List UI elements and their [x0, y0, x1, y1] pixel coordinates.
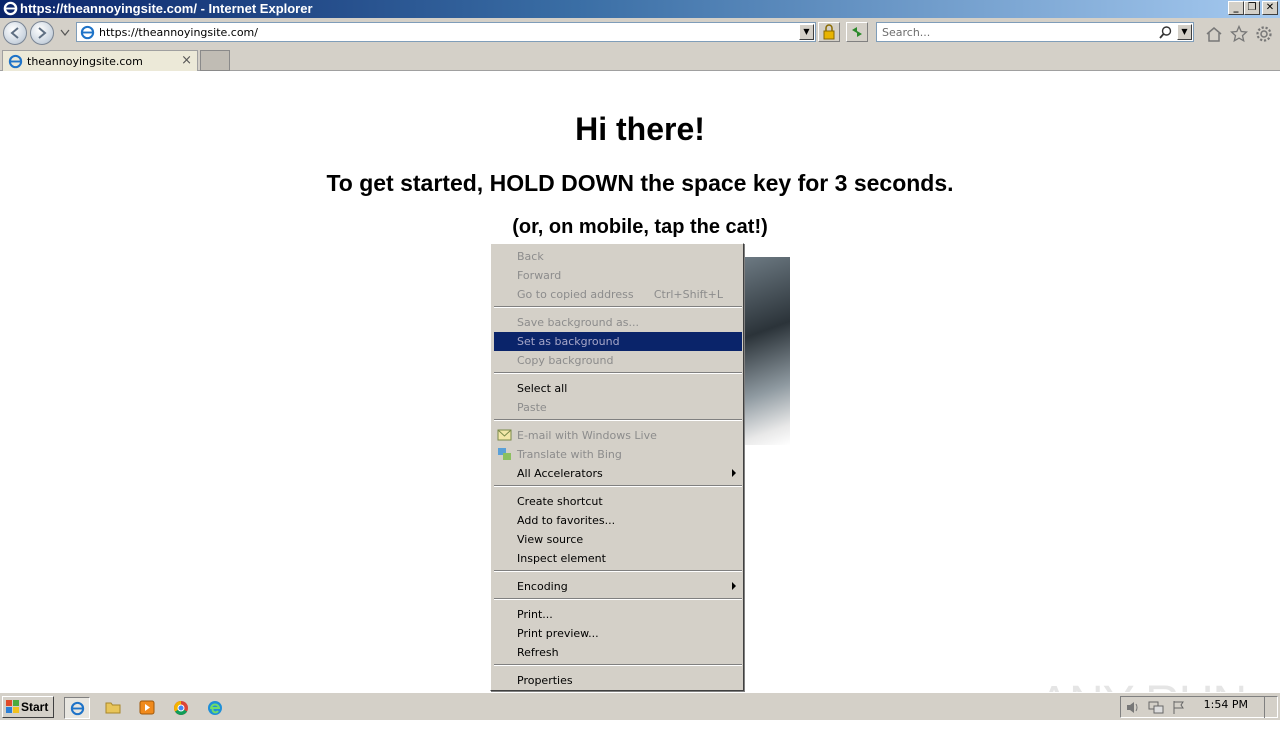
folder-icon	[105, 702, 121, 714]
window-title: https://theannoyingsite.com/ - Internet …	[20, 1, 313, 16]
menu-item-create-shortcut[interactable]: Create shortcut	[494, 492, 742, 511]
menu-separator	[494, 598, 742, 600]
menu-item-email-windows-live[interactable]: E-mail with Windows Live	[494, 426, 742, 445]
taskbar-chrome[interactable]	[168, 697, 194, 719]
menu-item-print-preview[interactable]: Print preview...	[494, 624, 742, 643]
taskbar-file-explorer[interactable]	[100, 697, 126, 719]
menu-item-go-to-copied-address[interactable]: Go to copied address Ctrl+Shift+L	[494, 285, 742, 304]
page-heading: Hi there!	[575, 111, 705, 147]
menu-item-select-all[interactable]: Select all	[494, 379, 742, 398]
submenu-arrow-icon	[732, 582, 736, 590]
edge-icon	[208, 701, 222, 715]
menu-separator	[494, 664, 742, 666]
context-menu: Back Forward Go to copied address Ctrl+Sh…	[490, 243, 744, 691]
back-arrow-icon	[10, 27, 19, 39]
settings-gear-icon[interactable]	[1255, 25, 1273, 43]
chrome-icon	[174, 701, 188, 715]
internet-explorer-icon	[70, 701, 85, 716]
menu-item-all-accelerators[interactable]: All Accelerators	[494, 464, 742, 483]
menu-item-inspect-element[interactable]: Inspect element	[494, 549, 742, 568]
back-button[interactable]	[3, 21, 27, 45]
favorites-star-icon[interactable]	[1230, 25, 1248, 43]
menu-item-set-as-background[interactable]: Set as background	[494, 332, 742, 351]
address-input[interactable]: https://theannoyingsite.com/	[99, 26, 258, 39]
menu-separator	[494, 372, 742, 374]
taskbar-clock[interactable]: 1:54 PM	[1204, 698, 1248, 711]
taskbar-internet-explorer[interactable]	[64, 697, 90, 719]
menu-item-properties[interactable]: Properties	[494, 671, 742, 690]
taskbar-edge[interactable]	[202, 697, 228, 719]
cat-image[interactable]	[740, 257, 790, 445]
menu-item-forward[interactable]: Forward	[494, 266, 742, 285]
tab-strip: theannoyingsite.com ×	[0, 48, 1280, 71]
media-player-icon	[139, 700, 155, 715]
close-tab-icon[interactable]: ×	[181, 53, 192, 68]
menu-separator	[494, 570, 742, 572]
forward-button[interactable]	[30, 21, 54, 45]
close-window-button[interactable]: ✕	[1262, 1, 1278, 15]
menu-item-encoding[interactable]: Encoding	[494, 577, 742, 596]
menu-shortcut: Ctrl+Shift+L	[653, 288, 723, 301]
start-button[interactable]: Start	[2, 696, 54, 718]
refresh-button[interactable]	[846, 22, 868, 42]
page-favicon-icon	[80, 25, 95, 40]
system-tray	[1120, 696, 1278, 718]
address-dropdown-button[interactable]: ▼	[799, 24, 814, 40]
show-desktop-button[interactable]	[1264, 696, 1278, 718]
new-tab-button[interactable]	[200, 50, 230, 71]
tab-favicon-icon	[8, 54, 23, 69]
menu-item-print[interactable]: Print...	[494, 605, 742, 624]
window-title-bar[interactable]: https://theannoyingsite.com/ - Internet …	[0, 0, 1280, 18]
menu-separator	[494, 306, 742, 308]
menu-item-back[interactable]: Back	[494, 247, 742, 266]
network-icon[interactable]	[1148, 700, 1164, 715]
recent-pages-dropdown-icon[interactable]	[60, 29, 70, 37]
menu-item-translate-bing[interactable]: Translate with Bing	[494, 445, 742, 464]
taskbar: Start 1:54 PM	[0, 692, 1280, 720]
bing-translate-icon	[498, 448, 511, 460]
internet-explorer-icon	[3, 1, 18, 16]
lock-icon	[823, 24, 835, 40]
restore-button[interactable]: ❐	[1244, 1, 1260, 15]
menu-item-refresh[interactable]: Refresh	[494, 643, 742, 662]
search-icon[interactable]	[1158, 25, 1173, 40]
minimize-button[interactable]: _	[1228, 1, 1244, 15]
menu-item-paste[interactable]: Paste	[494, 398, 742, 417]
search-input[interactable]: Search...	[882, 26, 930, 39]
navigation-bar: https://theannoyingsite.com/ ▼ Search...…	[0, 18, 1280, 48]
search-box[interactable]: Search... ▼	[876, 22, 1194, 42]
search-dropdown-button[interactable]: ▼	[1177, 24, 1192, 40]
menu-item-view-source[interactable]: View source	[494, 530, 742, 549]
page-mobile-hint: (or, on mobile, tap the cat!)	[512, 216, 768, 238]
menu-separator	[494, 419, 742, 421]
tab-label: theannoyingsite.com	[27, 55, 143, 68]
windows-live-mail-icon	[497, 429, 512, 441]
tab-theannoyingsite[interactable]: theannoyingsite.com ×	[2, 50, 198, 71]
address-bar[interactable]: https://theannoyingsite.com/ ▼	[76, 22, 816, 42]
refresh-icon	[852, 27, 862, 37]
windows-logo-icon	[6, 700, 19, 713]
menu-item-copy-background[interactable]: Copy background	[494, 351, 742, 370]
forward-arrow-icon	[38, 27, 47, 39]
volume-icon[interactable]	[1125, 700, 1141, 715]
menu-item-save-background[interactable]: Save background as...	[494, 313, 742, 332]
taskbar-media-player[interactable]	[134, 697, 160, 719]
submenu-arrow-icon	[732, 469, 736, 477]
menu-separator	[494, 485, 742, 487]
page-instruction: To get started, HOLD DOWN the space key …	[326, 170, 954, 196]
home-icon[interactable]	[1205, 26, 1223, 43]
action-center-flag-icon[interactable]	[1171, 700, 1187, 715]
security-lock-button[interactable]	[818, 22, 840, 42]
menu-item-add-to-favorites[interactable]: Add to favorites...	[494, 511, 742, 530]
